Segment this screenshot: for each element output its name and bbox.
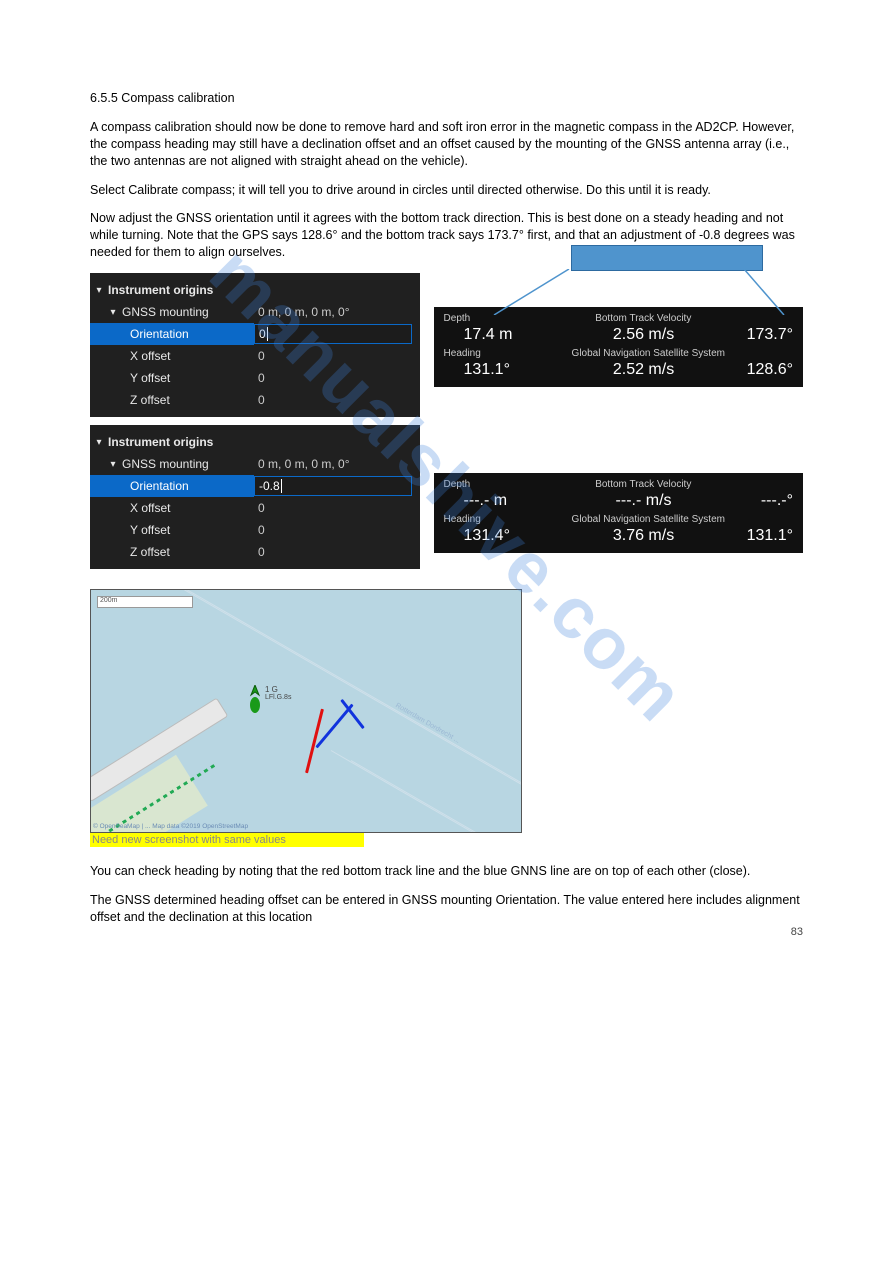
lane-label: Rotterdam Dordrecht ...	[394, 702, 461, 745]
intro-p1: A compass calibration should now be done…	[90, 119, 803, 170]
depth-value: ---.- m	[444, 492, 574, 510]
intro-p2: Select Calibrate compass; it will tell y…	[90, 182, 803, 199]
caption-highlight: Need new screenshot with same values	[90, 833, 364, 847]
gnss-speed: 2.52 m/s	[574, 361, 714, 379]
btv-label: Bottom Track Velocity	[554, 313, 733, 324]
fairway-line	[331, 750, 522, 833]
caret-down-icon: ▾	[90, 437, 108, 448]
map-view[interactable]: Rotterdam Dordrecht ... 1 G LFl.G.8s 200…	[90, 589, 522, 833]
caret-down-icon: ▾	[90, 285, 108, 296]
x-offset-row[interactable]: X offset 0	[90, 345, 420, 367]
gnss-direction: 128.6°	[714, 361, 793, 379]
y-offset-row[interactable]: Y offset 0	[90, 519, 420, 541]
orientation-row[interactable]: Orientation -0.8	[90, 475, 420, 497]
orientation-label: Orientation	[130, 327, 189, 341]
orientation-input[interactable]: -0.8	[254, 476, 412, 496]
z-offset-row[interactable]: Z offset 0	[90, 541, 420, 563]
heading-value: 131.4°	[444, 527, 574, 545]
section-heading: 6.5.5 Compass calibration	[90, 90, 803, 107]
group-header[interactable]: ▾ Instrument origins	[90, 279, 420, 301]
settings-panel-after: ▾ Instrument origins ▾ GNSS mounting 0 m…	[90, 425, 420, 569]
outro-p2: The GNSS determined heading offset can b…	[90, 892, 803, 926]
gnss-label: Global Navigation Satellite System	[554, 348, 743, 359]
outro-p1: You can check heading by noting that the…	[90, 863, 803, 880]
marker-label: 1 G	[265, 685, 278, 694]
depth-label: Depth	[444, 313, 554, 324]
btv-label: Bottom Track Velocity	[554, 479, 733, 490]
heading-label: Heading	[444, 514, 554, 525]
z-offset-row[interactable]: Z offset 0	[90, 389, 420, 411]
gnss-speed: 3.76 m/s	[574, 527, 714, 545]
nav-marker	[246, 685, 264, 718]
caret-down-icon: ▾	[104, 459, 122, 470]
settings-panel-before: ▾ Instrument origins ▾ GNSS mounting 0 m…	[90, 273, 420, 417]
gnss-mounting-row[interactable]: ▾ GNSS mounting 0 m, 0 m, 0 m, 0°	[90, 453, 420, 475]
depth-label: Depth	[444, 479, 554, 490]
orientation-input[interactable]: 0	[254, 324, 412, 344]
marker-sublabel: LFl.G.8s	[265, 694, 291, 701]
gnss-direction: 131.1°	[714, 527, 793, 545]
btv-direction: 173.7°	[714, 326, 793, 344]
depth-value: 17.4 m	[444, 326, 574, 344]
heading-value: 131.1°	[444, 361, 574, 379]
callout-box	[571, 245, 763, 271]
gnss-mounting-row[interactable]: ▾ GNSS mounting 0 m, 0 m, 0 m, 0°	[90, 301, 420, 323]
gnss-label: Global Navigation Satellite System	[554, 514, 743, 525]
orientation-label: Orientation	[130, 479, 189, 493]
status-panel-after: Depth Bottom Track Velocity ---.- m ---.…	[434, 473, 803, 553]
x-offset-row[interactable]: X offset 0	[90, 497, 420, 519]
page-number: 83	[791, 926, 803, 938]
group-header[interactable]: ▾ Instrument origins	[90, 431, 420, 453]
status-panel-before: Depth Bottom Track Velocity 17.4 m 2.56 …	[434, 307, 803, 387]
btv-direction: ---.-°	[714, 492, 793, 510]
caret-down-icon: ▾	[104, 307, 122, 318]
map-credit: © OpenSeaMap | ... Map data ©2019 OpenSt…	[93, 823, 248, 830]
btv-speed: 2.56 m/s	[574, 326, 714, 344]
map-scale: 200m	[97, 596, 193, 608]
orientation-row[interactable]: Orientation 0	[90, 323, 420, 345]
btv-speed: ---.- m/s	[574, 492, 714, 510]
y-offset-row[interactable]: Y offset 0	[90, 367, 420, 389]
heading-label: Heading	[444, 348, 554, 359]
